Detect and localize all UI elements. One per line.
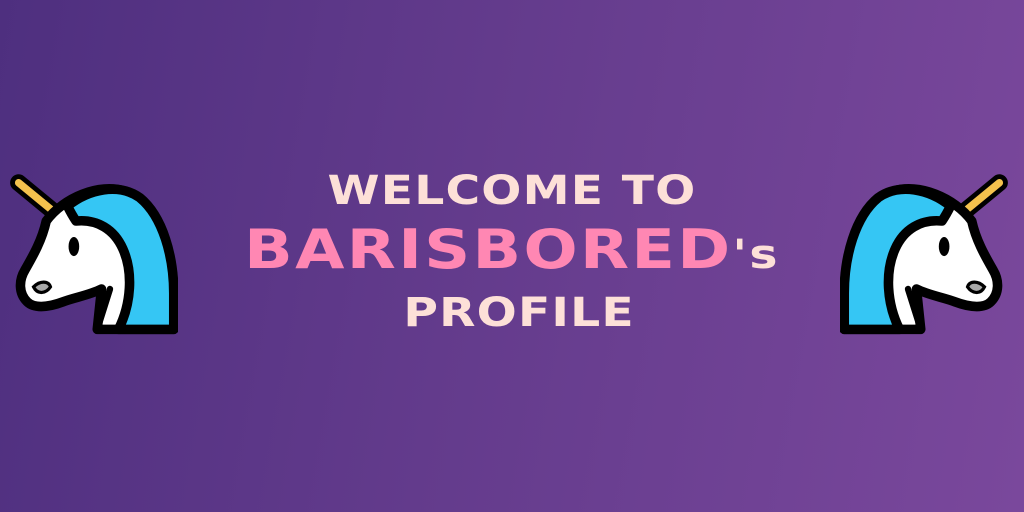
welcome-title: WELCOME TO BARISBORED's PROFILE	[190, 160, 834, 360]
profile-line: PROFILE	[403, 290, 635, 336]
possessive-suffix: 's	[732, 232, 780, 278]
profile-name-line: BARISBORED's	[132, 218, 892, 281]
welcome-line: WELCOME TO	[327, 168, 697, 214]
profile-name: BARISBORED	[244, 218, 733, 281]
profile-banner: WELCOME TO BARISBORED's PROFILE	[0, 0, 1024, 512]
